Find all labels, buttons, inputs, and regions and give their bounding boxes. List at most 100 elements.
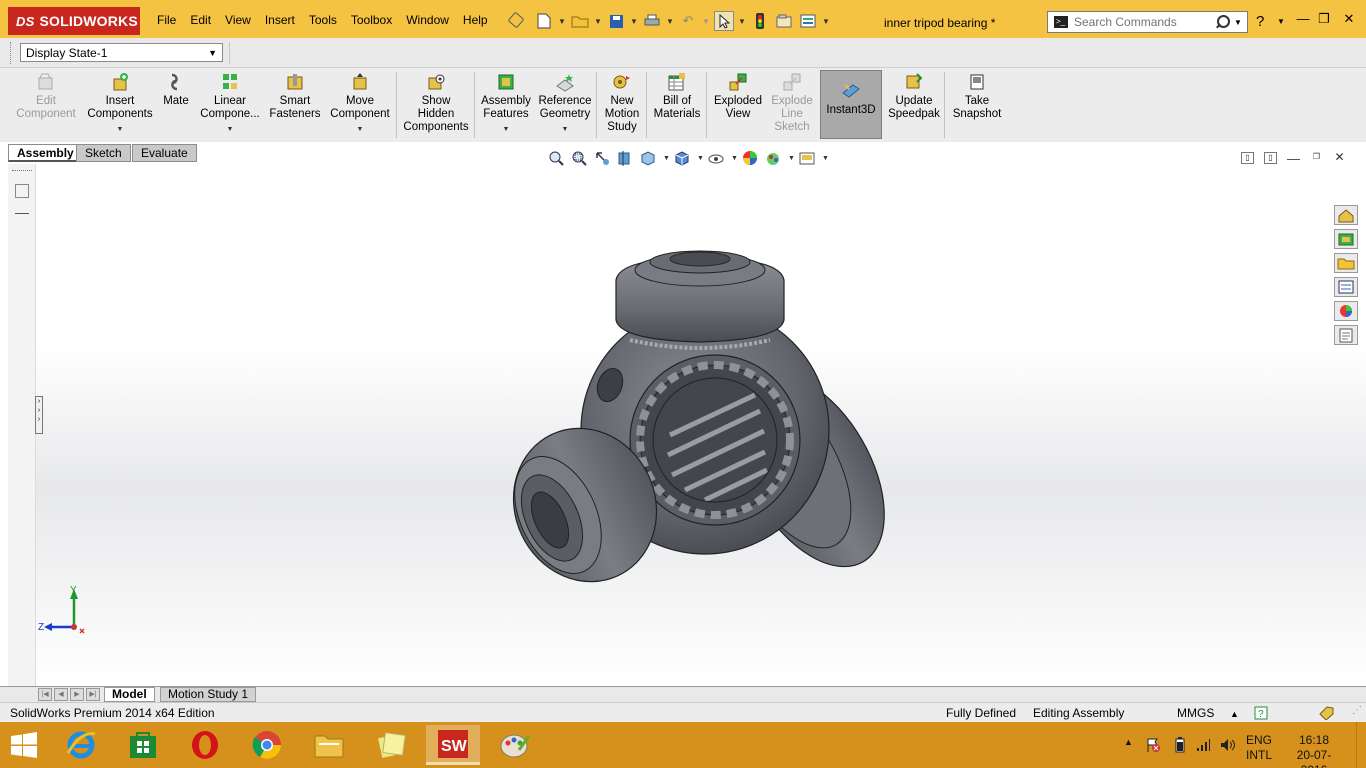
move-component-button[interactable]: Move Component ▼ (326, 72, 394, 136)
display-state-select[interactable]: Display State-1 ▼ (20, 43, 223, 62)
rebuild-traffic-light-icon[interactable] (750, 11, 770, 31)
solidworks-logo[interactable]: DS SOLIDWORKS (8, 7, 140, 35)
view-orientation-dropdown-icon[interactable]: ▼ (663, 155, 670, 162)
update-speedpak-button[interactable]: Update Speedpak (886, 72, 942, 121)
previous-view-icon[interactable] (594, 150, 612, 166)
tab-motion-study-1[interactable]: Motion Study 1 (160, 687, 257, 702)
linear-component-pattern-button[interactable]: Linear Compone... ▼ (198, 72, 262, 136)
appearances-scenes-icon[interactable] (1334, 301, 1358, 321)
chevron-down-icon[interactable]: ▼ (227, 123, 234, 136)
menu-help[interactable]: Help (456, 11, 495, 29)
select-cursor-icon[interactable] (714, 11, 734, 31)
feature-tree-icon[interactable] (15, 184, 29, 198)
help-dropdown-icon[interactable]: ▼ (1277, 17, 1285, 26)
assembly-features-button[interactable]: Assembly Features ▼ (478, 72, 534, 136)
viewport-restore-icon[interactable]: ❐ (1310, 152, 1323, 164)
google-chrome-icon[interactable] (240, 725, 294, 765)
file-properties-icon[interactable] (774, 11, 794, 31)
smart-fasteners-button[interactable]: Smart Fasteners (266, 72, 324, 121)
viewport-split-left-icon[interactable]: ▯ (1241, 152, 1254, 164)
apply-scene-icon[interactable] (765, 150, 783, 166)
units-up-icon[interactable]: ▲ (1230, 709, 1239, 719)
system-clock[interactable]: 16:18 20-07-2016 (1284, 733, 1344, 768)
viewport-close-icon[interactable]: ✕ (1333, 151, 1346, 164)
menu-edit[interactable]: Edit (183, 11, 218, 29)
panel-grip[interactable] (12, 170, 32, 171)
exploded-view-button[interactable]: Exploded View (710, 72, 766, 121)
options-icon[interactable] (798, 11, 818, 31)
insert-components-button[interactable]: Insert Components ▼ (84, 72, 156, 136)
rebuild-tag-icon[interactable] (1318, 706, 1334, 721)
reference-geometry-button[interactable]: Reference Geometry ▼ (536, 72, 594, 136)
search-dropdown-icon[interactable]: ▼ (1234, 18, 1242, 27)
save-icon[interactable] (606, 11, 626, 31)
new-dropdown-icon[interactable]: ▼ (558, 17, 566, 26)
chevron-down-icon[interactable]: ▼ (357, 123, 364, 136)
chevron-down-icon[interactable]: ▼ (562, 123, 569, 136)
windows-store-icon[interactable] (116, 725, 170, 765)
undo-dropdown-icon[interactable]: ▼ (702, 17, 710, 26)
new-document-icon[interactable] (534, 11, 554, 31)
search-commands-input[interactable] (1074, 15, 1212, 29)
mate-button[interactable]: Mate (158, 72, 194, 108)
chevron-down-icon[interactable]: ▼ (503, 123, 510, 136)
internet-explorer-icon[interactable] (54, 725, 108, 765)
search-commands-box[interactable]: >_ ▼ (1047, 11, 1248, 33)
units-selector[interactable]: MMGS (1177, 706, 1214, 720)
last-tab-icon[interactable]: ▶| (86, 688, 100, 701)
paint-icon[interactable] (488, 725, 542, 765)
viewport-split-right-icon[interactable]: ▯ (1264, 152, 1277, 164)
open-dropdown-icon[interactable]: ▼ (594, 17, 602, 26)
pin-menu-icon[interactable] (507, 11, 525, 29)
expand-panel-handle[interactable]: › › › (35, 396, 43, 434)
help-icon[interactable]: ? (1256, 13, 1264, 30)
show-hidden-icons-icon[interactable]: ▲ (1124, 737, 1138, 751)
menu-window[interactable]: Window (399, 11, 456, 29)
open-folder-icon[interactable] (570, 11, 590, 31)
apply-scene-dropdown-icon[interactable]: ▼ (788, 155, 795, 162)
explode-line-sketch-button[interactable]: Explode Line Sketch (768, 72, 816, 134)
show-hidden-components-button[interactable]: Show Hidden Components (400, 72, 472, 134)
quick-tips-icon[interactable]: ? (1254, 706, 1268, 720)
next-tab-icon[interactable]: ▶ (70, 688, 84, 701)
display-style-dropdown-icon[interactable]: ▼ (697, 155, 704, 162)
action-center-flag-icon[interactable] (1145, 737, 1160, 752)
windows-start-icon[interactable] (10, 732, 38, 758)
chevron-down-icon[interactable]: ▼ (117, 123, 124, 136)
view-settings-icon[interactable] (799, 150, 817, 166)
new-motion-study-button[interactable]: New Motion Study (600, 72, 644, 134)
close-window-icon[interactable]: ✕ (1340, 11, 1358, 27)
options-dropdown-icon[interactable]: ▼ (822, 17, 830, 26)
file-explorer-taskbar-icon[interactable] (302, 725, 356, 765)
sticky-notes-icon[interactable] (364, 725, 418, 765)
section-view-icon[interactable] (617, 150, 635, 166)
display-style-icon[interactable] (674, 150, 692, 166)
save-dropdown-icon[interactable]: ▼ (630, 17, 638, 26)
view-orientation-icon[interactable] (640, 150, 658, 166)
battery-icon[interactable] (1175, 737, 1189, 753)
tab-sketch[interactable]: Sketch (76, 144, 131, 162)
edit-component-button[interactable]: Edit Component (12, 72, 80, 121)
tripod-bearing-model[interactable] (500, 240, 900, 600)
hide-show-items-icon[interactable] (708, 150, 726, 166)
solidworks-resources-icon[interactable] (1334, 205, 1358, 225)
file-explorer-icon[interactable] (1334, 253, 1358, 273)
toolbar-grip[interactable] (10, 42, 13, 64)
bill-of-materials-button[interactable]: Bill of Materials (650, 72, 704, 121)
take-snapshot-button[interactable]: Take Snapshot (948, 72, 1006, 121)
instant3d-button[interactable]: Instant3D (820, 70, 882, 139)
tab-evaluate[interactable]: Evaluate (132, 144, 197, 162)
select-dropdown-icon[interactable]: ▼ (738, 17, 746, 26)
menu-view[interactable]: View (218, 11, 258, 29)
restore-window-icon[interactable]: ❐ (1315, 11, 1333, 27)
show-desktop-button[interactable] (1356, 722, 1366, 768)
zoom-to-area-icon[interactable] (571, 150, 589, 166)
property-manager-icon[interactable] (15, 208, 29, 214)
menu-tools[interactable]: Tools (302, 11, 344, 29)
design-library-icon[interactable] (1334, 229, 1358, 249)
viewport-minimize-icon[interactable] (1287, 152, 1300, 160)
resize-grip[interactable]: ⋰ (1352, 705, 1362, 716)
zoom-to-fit-icon[interactable] (548, 150, 566, 166)
edit-appearance-icon[interactable] (742, 150, 760, 166)
hide-show-dropdown-icon[interactable]: ▼ (731, 155, 738, 162)
